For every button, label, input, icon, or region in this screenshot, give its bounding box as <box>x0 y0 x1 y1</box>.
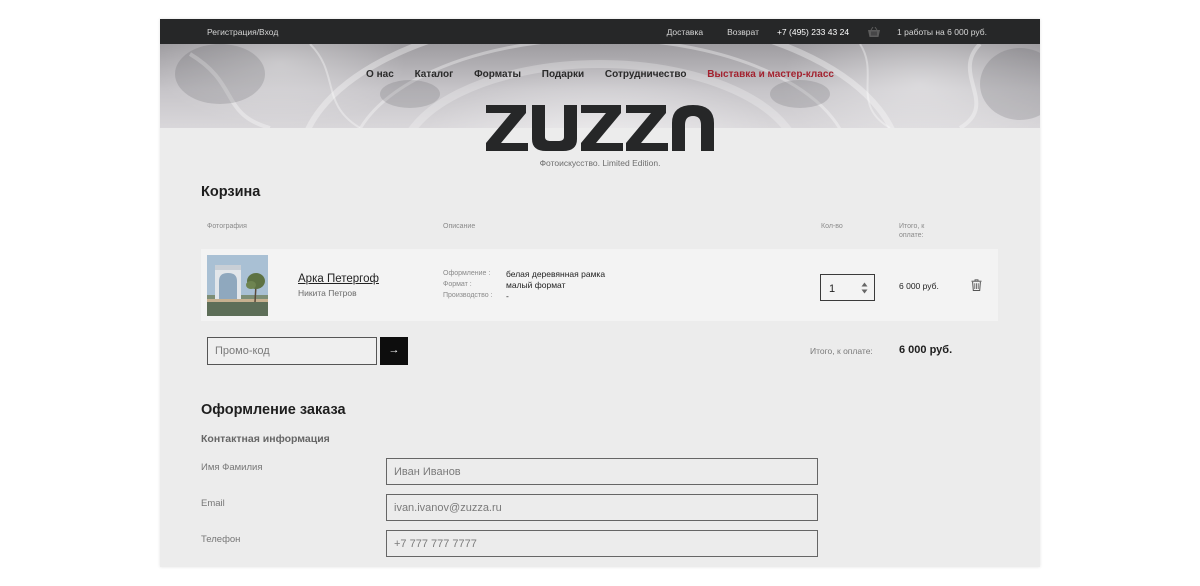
phone-number[interactable]: +7 (495) 233 43 24 <box>777 27 849 37</box>
col-header-total-line2: оплате: <box>899 232 924 239</box>
prop-value-production: - <box>506 291 509 301</box>
prop-label-production: Производство : <box>443 292 493 299</box>
prop-label-frame: Оформление : <box>443 270 491 277</box>
prop-value-frame: белая деревянная рамка <box>506 269 606 279</box>
updown-arrows-icon[interactable] <box>861 282 868 294</box>
promo-code-input[interactable] <box>207 337 377 365</box>
top-bar: Регистрация/Вход Доставка Возврат +7 (49… <box>160 19 1040 44</box>
quantity-value: 1 <box>829 283 836 295</box>
cart-title: Корзина <box>201 184 261 200</box>
returns-link[interactable]: Возврат <box>727 27 759 37</box>
trash-icon[interactable] <box>971 279 982 291</box>
quantity-stepper[interactable]: 1 <box>820 274 875 301</box>
basket-icon[interactable] <box>868 26 881 37</box>
col-header-total-line1: Итого, к <box>899 223 925 230</box>
order-total-label: Итого, к оплате: <box>810 346 873 356</box>
cart-item-row: Арка Петергоф Никита Петров Оформление :… <box>201 249 998 321</box>
email-field-label: Email <box>201 498 225 509</box>
nav-item-gifts[interactable]: Подарки <box>542 69 584 80</box>
promo-apply-button[interactable]: → <box>380 337 408 365</box>
product-thumbnail[interactable] <box>207 255 268 316</box>
nav-item-exhibition[interactable]: Выставка и мастер-класс <box>707 69 834 80</box>
top-bar-right: Доставка Возврат +7 (495) 233 43 24 1 ра… <box>643 19 987 44</box>
nav-item-cooperation[interactable]: Сотрудничество <box>605 69 687 80</box>
email-field[interactable] <box>386 494 818 521</box>
prop-value-format: малый формат <box>506 280 566 290</box>
phone-field-label: Телефон <box>201 534 241 545</box>
checkout-title: Оформление заказа <box>201 402 346 418</box>
cart-summary-link[interactable]: 1 работы на 6 000 руб. <box>897 27 987 37</box>
main-nav: О нас Каталог Форматы Подарки Сотрудниче… <box>160 69 1040 80</box>
tagline: Фотоискусство. Limited Edition. <box>539 158 661 168</box>
name-field-label: Имя Фамилия <box>201 462 263 473</box>
prop-label-format: Формат : <box>443 281 472 288</box>
nav-item-about[interactable]: О нас <box>366 69 394 80</box>
contact-info-heading: Контактная информация <box>201 433 330 445</box>
order-total-value: 6 000 руб. <box>899 344 953 356</box>
nav-item-catalog[interactable]: Каталог <box>415 69 454 80</box>
name-field[interactable] <box>386 458 818 485</box>
product-author: Никита Петров <box>298 288 357 298</box>
col-header-total: Итого, к оплате: <box>899 222 924 240</box>
nav-item-formats[interactable]: Форматы <box>474 69 521 80</box>
page: Регистрация/Вход Доставка Возврат +7 (49… <box>160 19 1040 567</box>
login-link[interactable]: Регистрация/Вход <box>207 27 278 37</box>
item-total: 6 000 руб. <box>899 281 939 291</box>
col-header-qty: Кол-во <box>821 223 843 230</box>
phone-field[interactable] <box>386 530 818 557</box>
col-header-photo: Фотография <box>207 223 247 230</box>
col-header-description: Описание <box>443 223 476 230</box>
delivery-link[interactable]: Доставка <box>667 27 704 37</box>
zuzza-logo[interactable] <box>486 103 714 153</box>
product-title-link[interactable]: Арка Петергоф <box>298 273 379 285</box>
